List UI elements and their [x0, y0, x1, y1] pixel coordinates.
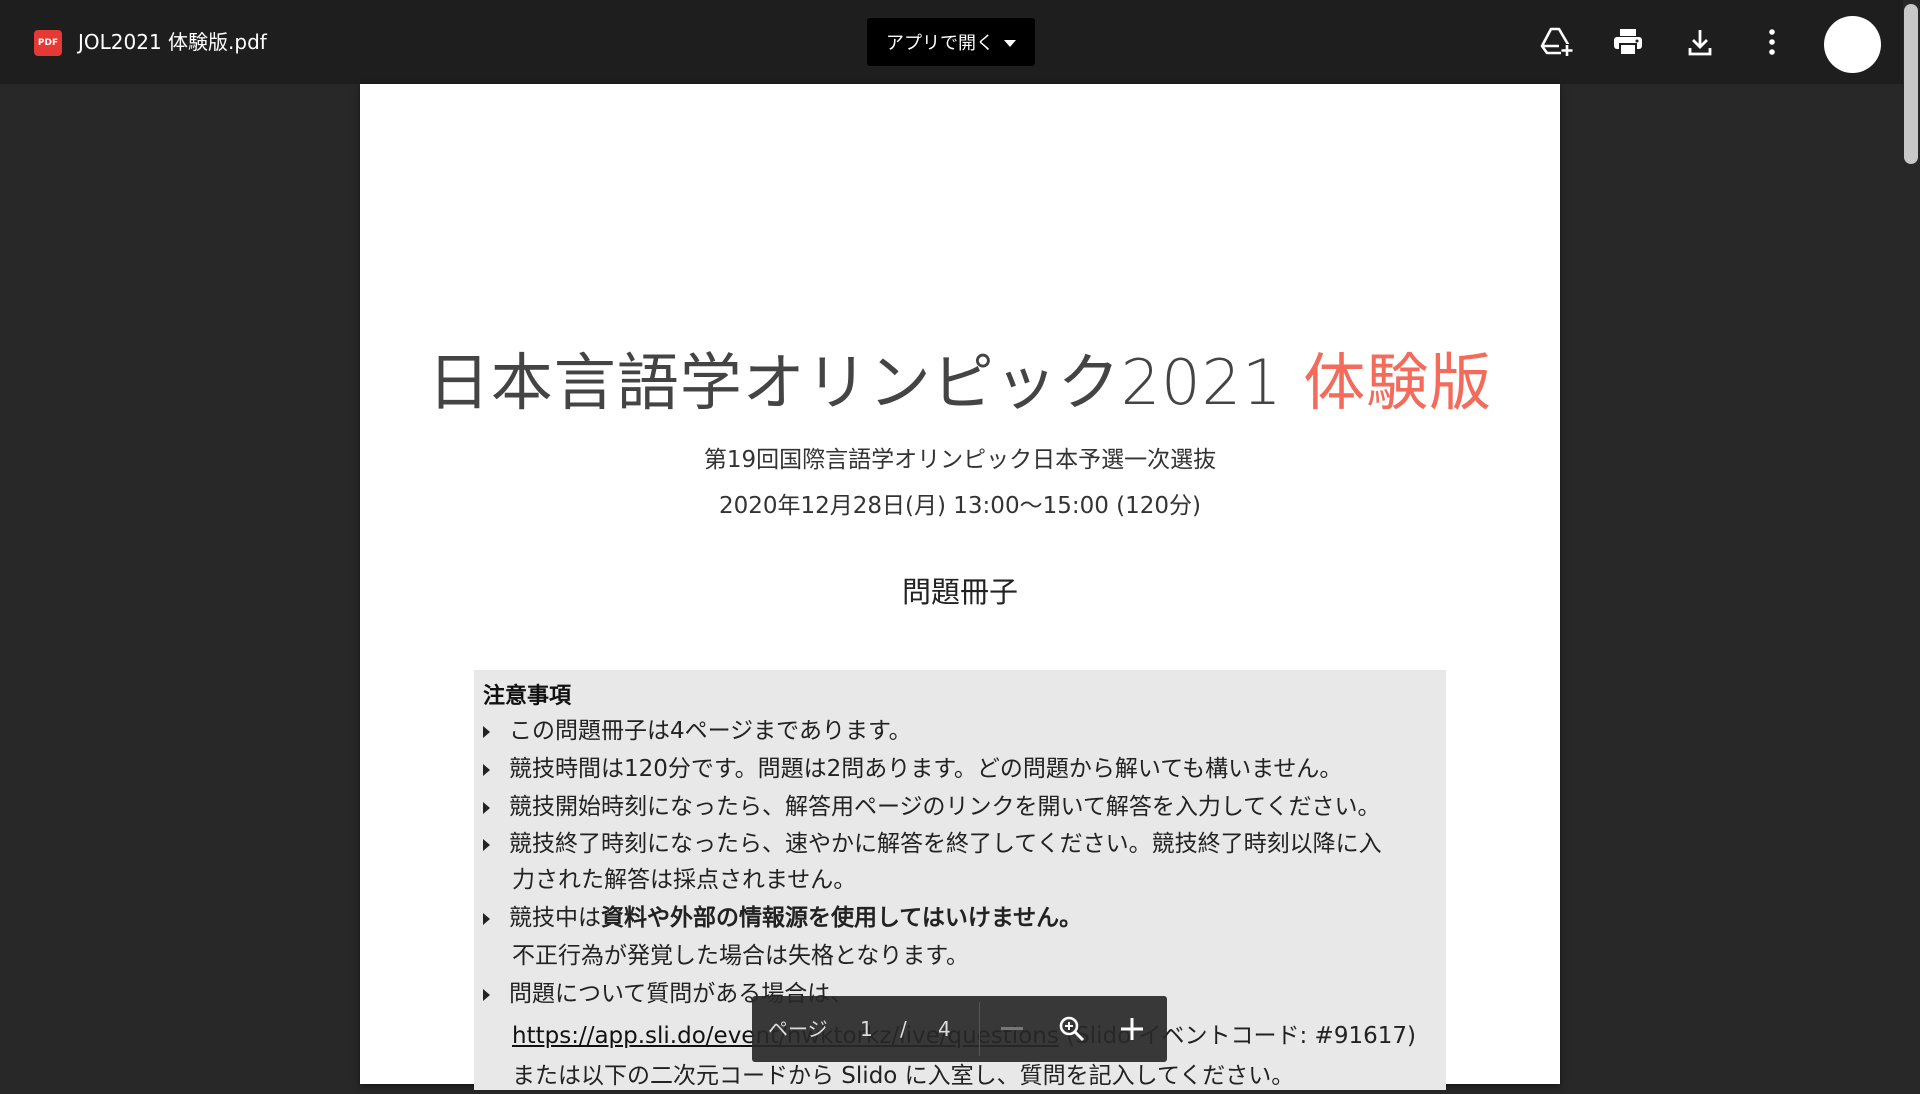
bullet-icon [483, 912, 490, 925]
current-page-input[interactable]: 1 [860, 1014, 873, 1044]
toolbar-divider [979, 1002, 980, 1056]
zoom-in-button[interactable] [1112, 1009, 1152, 1049]
notice-item-continuation: または以下の二次元コードから Slido に入室し、質問を記入してください。 [512, 1063, 1295, 1089]
booklet-label: 問題冊子 [901, 575, 1018, 609]
add-to-drive-icon[interactable] [1536, 22, 1576, 62]
page-toolbar: ページ 1 / 4 [752, 996, 1167, 1062]
total-pages: 4 [938, 1017, 951, 1041]
notice-item-text: この問題冊子は4ページまであります。 [509, 718, 912, 744]
notice-item-text: 競技開始時刻になったら、解答用ページのリンクを開いて解答を入力してください。 [509, 794, 1381, 820]
notice-item: 競技開始時刻になったら、解答用ページのリンクを開いて解答を入力してください。 [483, 789, 1380, 825]
notice-item-text: 競技中は [509, 905, 601, 931]
avatar[interactable] [1824, 16, 1881, 73]
notice-item-bold: 資料や外部の情報源を使用してはいけません。 [601, 905, 1083, 931]
document-date: 2020年12月28日(月) 13:00〜15:00 (120分) [718, 493, 1202, 519]
more-vert-icon[interactable] [1752, 22, 1792, 62]
print-icon[interactable] [1608, 22, 1648, 62]
chevron-down-icon [1004, 40, 1016, 47]
bullet-icon [483, 763, 490, 776]
bullet-icon [483, 988, 490, 1001]
pdf-file-icon: PDF [34, 30, 62, 56]
page-label: ページ [768, 1017, 828, 1041]
document-title: 日本言語学オリンピック2021 体験版 [360, 332, 1560, 422]
bullet-icon [483, 725, 490, 738]
notice-item: この問題冊子は4ページまであります。 [483, 713, 912, 749]
zoom-out-button[interactable] [992, 1009, 1032, 1049]
download-icon[interactable] [1680, 22, 1720, 62]
open-with-app-button[interactable]: アプリで開く [867, 18, 1035, 66]
scrollbar-thumb[interactable] [1904, 4, 1918, 164]
notice-item: 競技中は資料や外部の情報源を使用してはいけません。 [483, 900, 1082, 936]
zoom-reset-icon[interactable] [1052, 1009, 1092, 1049]
notice-item-continuation: 不正行為が発覚した場合は失格となります。 [512, 943, 970, 969]
document-title-main: 日本言語学オリンピック2021 [427, 346, 1304, 419]
page-separator: / [900, 1017, 907, 1041]
pdf-page: 日本言語学オリンピック2021 体験版 第19回国際言語学オリンピック日本予選一… [360, 84, 1560, 1090]
notice-item: 競技時間は120分です。問題は2問あります。どの問題から解いても構いません。 [483, 751, 1342, 787]
notice-item: 競技終了時刻になったら、速やかに解答を終了してください。競技終了時刻以降に入 [483, 826, 1382, 862]
notice-item-text: 競技時間は120分です。問題は2問あります。どの問題から解いても構いません。 [509, 756, 1343, 782]
notice-heading: 注意事項 [483, 684, 572, 709]
document-subtitle: 第19回国際言語学オリンピック日本予選一次選抜 [703, 447, 1217, 473]
notice-item-text: 競技終了時刻になったら、速やかに解答を終了してください。競技終了時刻以降に入 [509, 831, 1382, 857]
bullet-icon [483, 838, 490, 851]
bullet-icon [483, 801, 490, 814]
file-name: JOL2021 体験版.pdf [78, 30, 267, 54]
notice-item-continuation: 力された解答は採点されません。 [512, 867, 857, 893]
viewer-header: PDF JOL2021 体験版.pdf アプリで開く [0, 0, 1920, 84]
document-title-accent: 体験版 [1303, 346, 1493, 419]
open-with-label: アプリで開く [886, 33, 994, 54]
